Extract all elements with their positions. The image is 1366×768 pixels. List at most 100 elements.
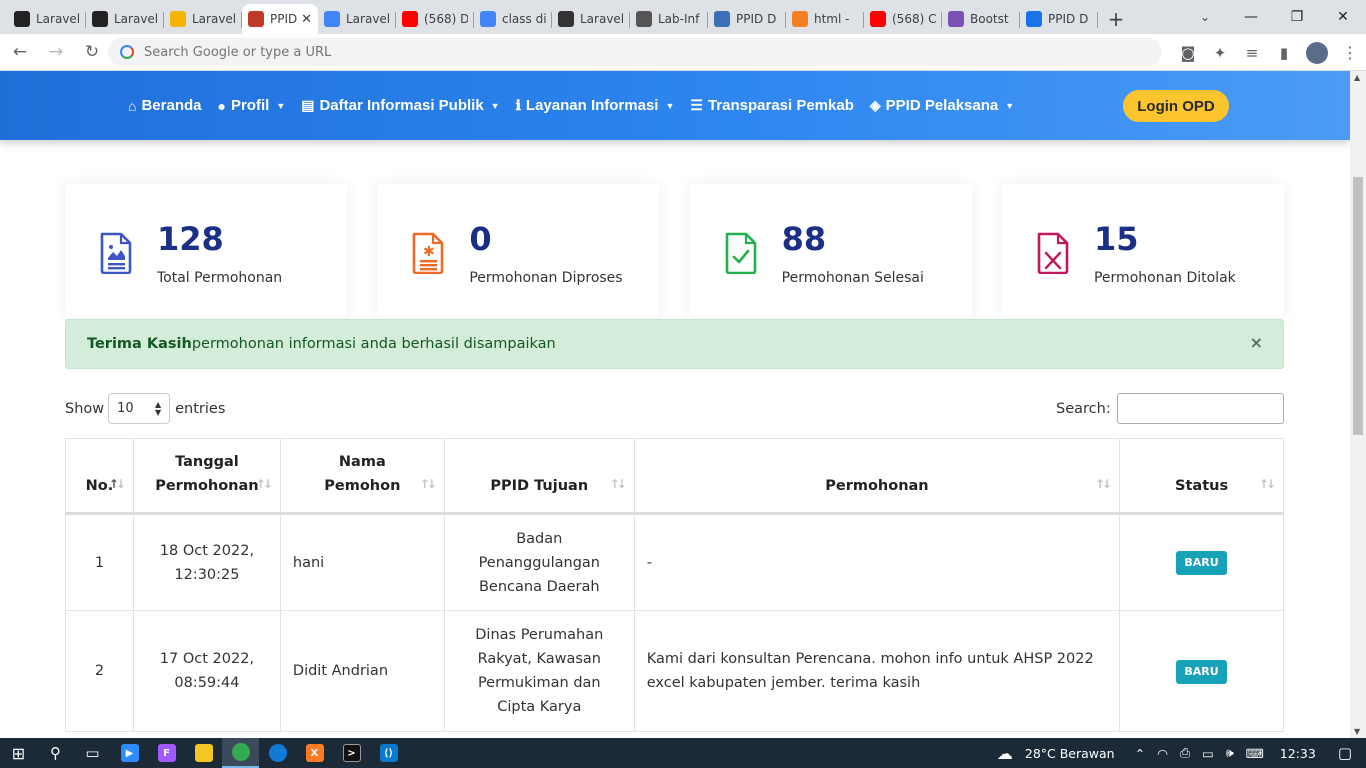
page-scrollbar[interactable]: ▲ ▼ [1350,71,1366,738]
search-label: Search: [1056,400,1111,417]
menu-icon[interactable]: ⋮ [1334,37,1366,69]
extensions-icon[interactable]: ✦ [1204,37,1236,69]
windows-start-icon[interactable]: ⊞ [0,738,37,768]
clock[interactable]: 12:33 [1280,746,1316,761]
battery-icon[interactable]: ▭ [1202,746,1214,761]
stat-value: 88 [781,220,827,258]
search-input[interactable] [1116,393,1284,424]
edge-icon[interactable] [259,738,296,768]
browser-tab[interactable]: class di [474,4,552,34]
restore-icon[interactable]: ❐ [1274,0,1320,34]
scroll-thumb[interactable] [1353,177,1363,435]
login-opd-button[interactable]: Login OPD [1123,90,1229,122]
browser-tab[interactable]: (568) D [396,4,474,34]
notification-icon[interactable]: ▢ [1338,744,1352,762]
browser-tab[interactable]: PPID D [708,4,786,34]
browser-tab[interactable]: Laravel [164,4,242,34]
avatar[interactable] [1306,41,1328,64]
alert-close-button[interactable]: × [1250,333,1263,352]
nav-item-transparasi-pemkab[interactable]: ☰ Transparasi Pemkab [690,97,853,114]
browser-tab[interactable]: PPID D [1020,4,1098,34]
nav-label: Beranda [141,97,202,114]
page-viewport: ⌂ Beranda ● Profil ▼ ▤ Daftar Informasi Publik… [0,71,1350,738]
column-header[interactable]: Permohonan ↑↓ [633,438,1121,515]
scroll-down-icon[interactable]: ▼ [1354,727,1360,736]
browser-tab[interactable]: Laravel [552,4,630,34]
sort-icon[interactable]: ↑↓ [1259,472,1276,496]
zoom-icon[interactable]: ▶ [111,738,148,768]
youtube-icon [870,11,886,27]
figma-icon[interactable]: F [148,738,185,768]
cell-text: hani [292,554,325,571]
browser-tab[interactable]: html - [786,4,864,34]
chevron-up-icon[interactable]: ⌃ [1135,746,1145,761]
side-panel-icon[interactable]: ▮ [1268,37,1300,69]
weather-text[interactable]: 28°C Berawan [1025,746,1115,761]
caret-down-icon: ▼ [665,100,675,111]
column-header[interactable]: PPID Tujuan ↑↓ [443,438,635,515]
browser-tab[interactable]: (568) C [864,4,942,34]
keyboard-icon[interactable]: ⌨ [1246,746,1264,761]
status-badge: BARU [1176,659,1227,684]
sort-icon[interactable]: ↑↓ [420,472,437,496]
updown-icon: ▲ ▼ [154,399,162,417]
sort-icon[interactable]: ↑↓ [109,472,126,496]
browser-tab[interactable]: Laravel [318,4,396,34]
server-icon: ☰ [690,97,703,113]
browser-tab[interactable]: Laravel [86,4,164,34]
file-explorer-icon[interactable] [185,738,222,768]
volume-icon[interactable]: 🕪 [1226,745,1234,761]
back-icon[interactable]: ← [4,36,36,68]
browser-tab[interactable]: Laravel [8,4,86,34]
camera-icon[interactable]: ◙ [1172,37,1204,69]
nav-item-ppid-pelaksana[interactable]: ◈ PPID Pelaksana ▼ [870,97,1014,114]
sort-icon[interactable]: ↑↓ [610,472,627,496]
nav-item-daftar-informasi-publik[interactable]: ▤ Daftar Informasi Publik ▼ [301,97,499,114]
close-window-icon[interactable]: ✕ [1320,0,1366,34]
cell-tanggal: 18 Oct 2022, 12:30:25 [132,513,281,611]
column-header[interactable]: No. ↑↓ [65,438,134,515]
weather-icon: ☁ [996,743,1013,763]
close-tab-icon[interactable]: ✕ [301,12,312,27]
browser-tab[interactable]: Lab-Inf [630,4,708,34]
scroll-up-icon[interactable]: ▲ [1354,73,1360,82]
column-header-label: Status [1175,478,1229,494]
wifi-icon[interactable]: ◠ [1157,746,1168,761]
minimize-icon[interactable]: — [1228,0,1274,34]
vscode-icon[interactable]: ⟨⟩ [370,738,407,768]
address-input[interactable] [144,44,1044,60]
new-tab-button[interactable]: + [1098,4,1134,34]
stat-card: 88 Permohonan Selesai [689,184,972,317]
column-header[interactable]: Nama Pemohon ↑↓ [279,438,445,515]
browser-tab[interactable]: Bootst [942,4,1020,34]
reload-icon[interactable]: ↻ [76,36,108,68]
sort-icon[interactable]: ↑↓ [256,472,273,496]
stat-card: 15 Permohonan Ditolak [1001,184,1284,317]
entries-select[interactable]: 10 ▲ ▼ [108,393,171,424]
nav-item-layanan-informasi[interactable]: ℹ Layanan Informasi ▼ [516,97,675,114]
stat-card: ✱ 0 Permohonan Diproses [377,184,660,317]
forward-icon[interactable]: → [40,36,72,68]
nav-label: Profil [230,97,270,114]
sort-icon[interactable]: ↑↓ [1095,472,1112,496]
media-icon[interactable]: ≡ [1236,37,1268,69]
network-icon[interactable]: ⎙ [1180,745,1190,761]
browser-toolbar: ← → ↻ ◙ ✦ ≡ ▮ ⋮ [0,34,1366,71]
tab-search-icon[interactable]: ⌄ [1190,0,1220,34]
cell-permohonan: Kami dari konsultan Perencana. mohon inf… [633,610,1121,732]
column-header[interactable]: Status ↑↓ [1119,438,1284,515]
xampp-icon[interactable]: X [296,738,333,768]
nav-item-profil[interactable]: ● Profil ▼ [218,97,286,114]
search-icon[interactable]: ⚲ [37,738,74,768]
nav-item-beranda[interactable]: ⌂ Beranda [128,97,202,114]
document-pending-icon: ✱ [411,232,445,275]
chrome-icon[interactable] [222,738,259,768]
browser-tab[interactable]: PPID ✕ [242,4,318,34]
task-view-icon[interactable]: ▭ [74,738,111,768]
cell-text: 17 Oct 2022, 08:59:44 [159,651,255,691]
cell-text: Dinas Perumahan Rakyat, Kawasan Permukim… [475,627,604,715]
column-header[interactable]: Tanggal Permohonan ↑↓ [132,438,281,515]
terminal-icon[interactable]: > [333,738,370,768]
cell-text: 1 [94,554,105,571]
address-bar[interactable] [108,38,1162,66]
